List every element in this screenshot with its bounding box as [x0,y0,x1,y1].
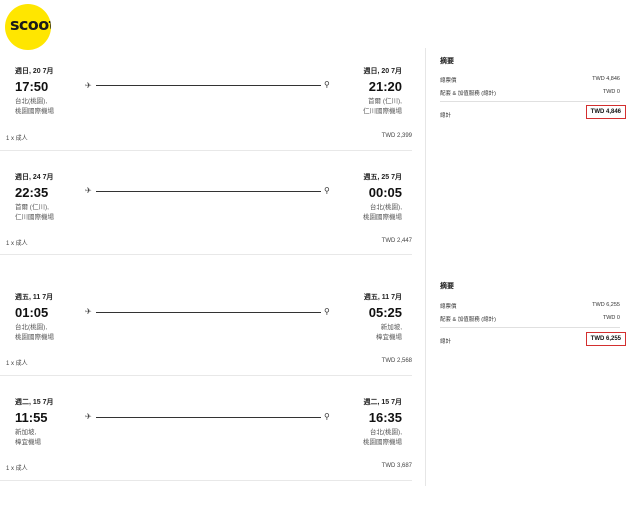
plane-icon: ✈ [85,81,92,90]
passenger-count: 1 x 成人 [6,136,28,142]
location-pin-icon: ⚲ [324,80,330,89]
logo-text: scoot [10,15,51,34]
summary-title: 摘要 [440,283,454,290]
departure-time: 11:55 [15,410,48,425]
arrival-time: 00:05 [368,185,402,200]
fare-value: TWD 4,846 [592,76,620,82]
arrival-airport: 首爾 (仁川), 仁川國際機場 [363,97,402,116]
leg-price: TWD 3,687 [381,463,412,469]
total-value-highlight: TWD 4,846 [585,105,626,119]
departure-date: 週日, 24 7月 [15,174,54,181]
arrival-airport: 新加坡, 樟宜機場 [376,323,402,342]
arrival-airport-name: 仁川國際機場 [363,107,402,115]
leg-price: TWD 2,447 [381,238,412,244]
addons-label: 配套 & 加值服務 (總計) [440,317,496,323]
departure-airport: 新加坡, 樟宜機場 [15,428,41,447]
total-label: 總計 [440,113,452,119]
total-label: 總計 [440,339,452,345]
departure-airport-name: 仁川國際機場 [15,213,54,221]
departure-airport: 首爾 (仁川), 仁川國際機場 [15,203,54,222]
column-divider [425,48,426,486]
addons-value: TWD 0 [602,89,620,95]
location-pin-icon: ⚲ [324,307,330,316]
arrival-date: 週五, 25 7月 [363,174,402,181]
summary-divider [440,327,620,328]
arrival-city: 台北(桃園), [369,429,402,436]
summary-divider [440,101,620,102]
arrival-airport: 台北(桃園), 桃園國際機場 [363,203,402,222]
leg-price: TWD 2,568 [381,358,412,364]
departure-date: 週五, 11 7月 [15,294,54,301]
addons-label: 配套 & 加值服務 (總計) [440,91,496,97]
departure-city: 台北(桃園), [15,98,48,105]
plane-icon: ✈ [85,186,92,195]
scoot-logo[interactable]: scoot [5,4,51,50]
departure-airport-name: 桃園國際機場 [15,107,54,115]
arrival-time: 21:20 [368,79,402,94]
departure-city: 首爾 (仁川), [15,204,49,211]
passenger-count: 1 x 成人 [6,241,28,247]
location-pin-icon: ⚲ [324,412,330,421]
fare-value: TWD 6,255 [592,302,620,308]
passenger-count: 1 x 成人 [6,466,28,472]
leg-divider [0,375,412,376]
arrival-city: 台北(桃園), [369,204,402,211]
addons-value: TWD 0 [602,315,620,321]
leg-price: TWD 2,399 [381,133,412,139]
leg-divider [0,150,412,151]
location-pin-icon: ⚲ [324,186,330,195]
leg-divider [0,254,412,255]
departure-date: 週二, 15 7月 [15,399,54,406]
departure-date: 週日, 20 7月 [15,68,54,75]
departure-airport: 台北(桃園), 桃園國際機場 [15,97,54,116]
arrival-time: 16:35 [368,410,402,425]
route-line [96,191,321,192]
arrival-airport-name: 樟宜機場 [376,333,402,341]
arrival-date: 週日, 20 7月 [363,68,402,75]
departure-time: 01:05 [15,305,49,320]
departure-city: 新加坡, [15,429,37,436]
total-value-highlight: TWD 6,255 [585,332,626,346]
departure-airport: 台北(桃園), 桃園國際機場 [15,323,54,342]
fare-label: 總票價 [440,304,457,310]
arrival-time: 05:25 [368,305,402,320]
arrival-date: 週五, 11 7月 [363,294,402,301]
fare-label: 總票價 [440,78,457,84]
departure-city: 台北(桃園), [15,324,48,331]
plane-icon: ✈ [85,412,92,421]
departure-time: 22:35 [15,185,49,200]
route-line [96,312,321,313]
plane-icon: ✈ [85,307,92,316]
route-line [96,85,321,86]
arrival-airport: 台北(桃園), 桃園國際機場 [363,428,402,447]
departure-time: 17:50 [15,79,49,94]
passenger-count: 1 x 成人 [6,361,28,367]
arrival-airport-name: 桃園國際機場 [363,213,402,221]
summary-title: 摘要 [440,58,454,65]
arrival-airport-name: 桃園國際機場 [363,438,402,446]
arrival-city: 新加坡, [380,324,402,331]
leg-divider [0,480,412,481]
arrival-date: 週二, 15 7月 [363,399,402,406]
departure-airport-name: 桃園國際機場 [15,333,54,341]
arrival-city: 首爾 (仁川), [368,98,402,105]
departure-airport-name: 樟宜機場 [15,438,41,446]
route-line [96,417,321,418]
